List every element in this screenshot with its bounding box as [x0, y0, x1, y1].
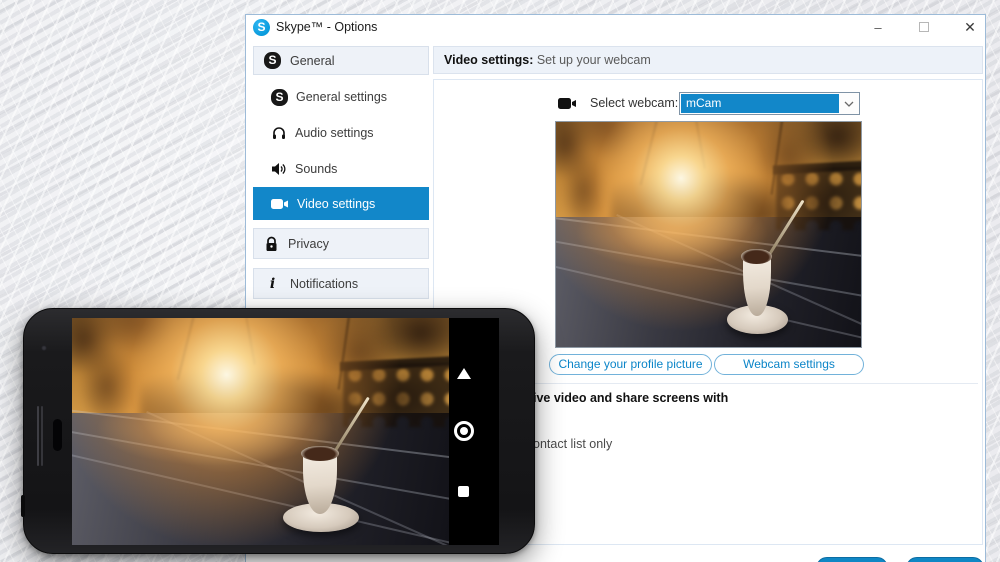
sidebar-item-video-settings[interactable]: Video settings [253, 187, 429, 220]
smartphone-overlay [23, 308, 535, 554]
sun-glow [72, 318, 449, 545]
select-webcam-row: Select webcam: mCam [434, 92, 982, 116]
page-title-rest: Set up your webcam [533, 53, 650, 67]
lock-icon [264, 236, 279, 252]
video-camera-icon [271, 198, 289, 210]
change-profile-picture-button[interactable]: Change your profile picture [549, 354, 712, 375]
skype-app-icon: S [253, 19, 270, 36]
maximize-button[interactable] [909, 17, 939, 38]
window-title: Skype™ - Options [276, 20, 377, 34]
sidebar-item-label: Sounds [295, 162, 337, 176]
phone-screen [72, 318, 499, 545]
sunset-coffee-photo [556, 122, 861, 347]
earpiece-slot [41, 406, 43, 466]
select-webcam-label: Select webcam: [590, 96, 678, 110]
cancel-button-partial[interactable] [906, 557, 984, 562]
webcam-icon [558, 97, 577, 110]
sunset-coffee-photo [72, 318, 449, 545]
coffee-surface [741, 249, 772, 263]
headphones-icon [271, 125, 287, 141]
skype-icon: S [271, 89, 288, 106]
webcam-selected-value: mCam [681, 94, 839, 113]
title-bar: S Skype™ - Options – ✕ [246, 15, 985, 41]
sidebar-item-label: Audio settings [295, 126, 374, 140]
sidebar-item-notifications[interactable]: i Notifications [253, 268, 429, 299]
page-title-bold: Video settings: [444, 53, 533, 67]
sidebar-item-sounds[interactable]: Sounds [253, 154, 429, 184]
sidebar-item-label: Video settings [297, 197, 375, 211]
phone-side-button [21, 495, 25, 517]
sidebar-item-privacy[interactable]: Privacy [253, 228, 429, 259]
contact-list-option-fragment: ontact list only [533, 437, 612, 451]
zoom-toggle-icon[interactable] [457, 368, 471, 379]
earpiece-grille [53, 419, 62, 451]
front-camera-dot [41, 345, 47, 351]
sidebar-item-label: Privacy [288, 237, 329, 251]
webcam-settings-button[interactable]: Webcam settings [714, 354, 864, 375]
info-icon: i [264, 276, 281, 292]
save-button-partial[interactable] [816, 557, 888, 562]
sidebar-item-label: General settings [296, 90, 387, 104]
coffee-cup [727, 246, 788, 336]
sidebar-item-general-settings[interactable]: S General settings [253, 82, 429, 112]
camera-controls-strip [449, 318, 499, 545]
shutter-icon[interactable] [454, 421, 474, 441]
sun-glow [556, 122, 861, 347]
skype-icon: S [264, 52, 281, 69]
camera-viewfinder [72, 318, 449, 545]
speaker-icon [271, 161, 287, 177]
maximize-icon [919, 22, 929, 32]
close-button[interactable]: ✕ [955, 17, 985, 38]
sidebar-item-audio-settings[interactable]: Audio settings [253, 118, 429, 148]
sidebar-item-label: Notifications [290, 277, 358, 291]
webcam-preview-image [555, 121, 862, 348]
chevron-down-icon[interactable] [839, 93, 859, 114]
sidebar-item-general[interactable]: S General [253, 46, 429, 75]
sidebar-item-label: General [290, 54, 334, 68]
webcam-select-dropdown[interactable]: mCam [679, 92, 860, 115]
minimize-button[interactable]: – [863, 17, 893, 38]
page-title: Video settings: Set up your webcam [433, 46, 983, 74]
earpiece-slot [37, 406, 39, 466]
coffee-surface [301, 446, 339, 461]
stop-icon[interactable] [458, 486, 469, 497]
share-screens-text-fragment: ive video and share screens with [533, 391, 728, 405]
coffee-cup [283, 443, 358, 534]
